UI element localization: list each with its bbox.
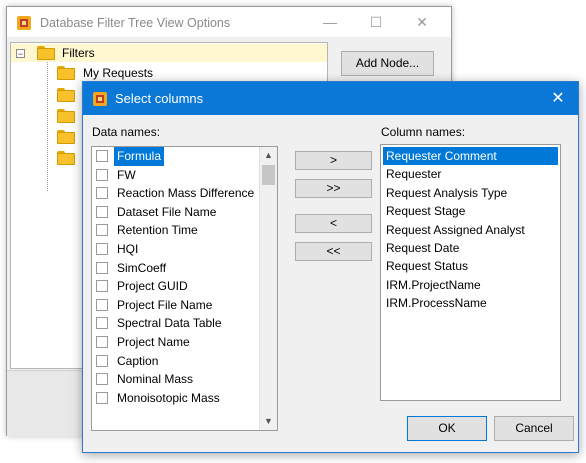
add-selected-button[interactable]: >: [295, 151, 372, 170]
data-name-checkbox[interactable]: [96, 354, 108, 367]
data-name-label: Project GUID: [117, 279, 188, 294]
column-name-item[interactable]: Requester Comment: [383, 147, 558, 166]
scroll-up-icon[interactable]: ▲: [260, 147, 277, 164]
column-name-item[interactable]: IRM.ProcessName: [383, 294, 490, 312]
add-node-button[interactable]: Add Node...: [341, 51, 434, 76]
data-name-checkbox[interactable]: [96, 261, 108, 274]
data-name-checkbox[interactable]: [96, 187, 108, 200]
folder-icon: [57, 109, 75, 123]
data-names-pane: Data names: Monoisotopic Mass Nominal Mas…: [85, 115, 284, 452]
folder-icon: [57, 88, 75, 102]
folder-icon: [57, 66, 75, 80]
select-columns-dialog: Select columns ✕ Data names: Monoisotopi…: [82, 81, 579, 453]
data-name-item[interactable]: SimCoeff: [92, 259, 260, 278]
data-name-item[interactable]: Spectral Data Table: [92, 314, 260, 333]
data-name-item[interactable]: Project File Name: [92, 296, 260, 315]
dialog-title-bar: Select columns ✕: [83, 82, 578, 115]
column-names-pane: Column names: Requester Comment Requester…: [374, 115, 578, 452]
data-name-checkbox[interactable]: [96, 150, 108, 162]
column-name-item[interactable]: IRM.ProjectName: [383, 276, 484, 294]
tree-node-my-requests[interactable]: My Requests: [11, 64, 327, 82]
data-name-label: Nominal Mass: [117, 372, 194, 387]
scroll-thumb[interactable]: [262, 165, 275, 185]
data-name-checkbox[interactable]: [96, 280, 108, 293]
close-button[interactable]: ✕: [399, 7, 445, 37]
tree-node-filters[interactable]: − Filters: [11, 44, 327, 62]
column-names-label: Column names:: [381, 125, 466, 139]
data-name-item[interactable]: Nominal Mass: [92, 370, 260, 389]
data-name-checkbox[interactable]: [96, 317, 108, 330]
data-name-label: Project Name: [117, 335, 190, 349]
data-name-item[interactable]: Caption: [92, 352, 260, 371]
data-name-label: Formula: [114, 147, 165, 166]
data-name-label: FW: [117, 167, 136, 182]
minimize-button[interactable]: —: [307, 7, 353, 37]
maximize-button[interactable]: ☐: [353, 7, 399, 37]
data-name-checkbox[interactable]: [96, 168, 108, 181]
folder-icon: [37, 46, 55, 60]
data-name-item[interactable]: FW: [92, 166, 260, 185]
minimize-icon: —: [323, 14, 337, 30]
data-name-label: Monoisotopic Mass: [117, 390, 220, 405]
data-name-item[interactable]: Retention Time: [92, 221, 260, 240]
title-bar: Database Filter Tree View Options — ☐ ✕: [7, 7, 451, 37]
dialog-title: Select columns: [115, 91, 204, 106]
close-icon: ✕: [551, 90, 565, 107]
data-name-checkbox[interactable]: [96, 336, 108, 348]
data-name-checkbox[interactable]: [96, 224, 108, 237]
data-name-item[interactable]: Formula: [92, 147, 260, 166]
maximize-icon: ☐: [369, 14, 383, 30]
data-name-label: Project File Name: [117, 297, 213, 312]
app-icon: [17, 16, 31, 30]
data-name-label: HQI: [117, 242, 139, 256]
data-names-label: Data names:: [92, 125, 161, 139]
dialog-close-button[interactable]: ✕: [538, 82, 578, 115]
add-all-button[interactable]: >>: [295, 179, 372, 198]
column-name-item[interactable]: Request Status: [383, 257, 471, 275]
data-name-checkbox[interactable]: [96, 373, 108, 386]
data-name-checkbox[interactable]: [96, 243, 108, 255]
scroll-down-icon[interactable]: ▼: [260, 413, 277, 430]
data-name-item[interactable]: Reaction Mass Difference: [92, 184, 260, 203]
folder-icon: [57, 130, 75, 144]
data-name-item[interactable]: Project GUID: [92, 277, 260, 296]
data-names-list[interactable]: Monoisotopic Mass Nominal Mass Caption Proj…: [91, 146, 278, 431]
data-names-scrollbar[interactable]: ▲ ▼: [259, 147, 277, 430]
data-name-label: Dataset File Name: [117, 204, 217, 219]
data-name-label: Spectral Data Table: [117, 316, 222, 331]
data-name-checkbox[interactable]: [96, 298, 108, 311]
window-title: Database Filter Tree View Options: [40, 16, 231, 30]
tree-node-label: Filters: [62, 46, 95, 60]
move-buttons-pane: > >> < <<: [283, 115, 374, 452]
collapse-icon[interactable]: −: [16, 49, 25, 59]
data-name-label: Reaction Mass Difference: [117, 186, 255, 201]
data-name-item[interactable]: Dataset File Name: [92, 203, 260, 222]
data-name-checkbox[interactable]: [96, 391, 108, 404]
remove-selected-button[interactable]: <: [295, 214, 372, 233]
ok-button[interactable]: OK: [407, 416, 487, 441]
column-name-item[interactable]: Request Stage: [383, 202, 468, 220]
data-name-label: SimCoeff: [117, 260, 167, 275]
data-name-checkbox[interactable]: [96, 205, 108, 218]
folder-icon: [57, 151, 75, 165]
column-name-item[interactable]: Requester: [383, 165, 444, 183]
app-icon: [93, 92, 107, 106]
column-name-item[interactable]: Request Assigned Analyst: [383, 221, 528, 239]
column-name-item[interactable]: Request Date: [383, 239, 462, 257]
data-name-label: Retention Time: [117, 223, 198, 238]
remove-all-button[interactable]: <<: [295, 242, 372, 261]
tree-node-label: My Requests: [83, 66, 154, 80]
close-icon: ✕: [416, 14, 428, 30]
cancel-button[interactable]: Cancel: [494, 416, 574, 441]
column-names-list[interactable]: Requester Comment Requester Request Analys…: [380, 144, 561, 401]
data-name-item[interactable]: Project Name: [92, 333, 260, 352]
data-name-item[interactable]: Monoisotopic Mass: [92, 389, 260, 408]
data-name-item[interactable]: HQI: [92, 240, 260, 259]
column-name-item[interactable]: Request Analysis Type: [383, 184, 510, 202]
data-name-label: Caption: [117, 353, 159, 368]
